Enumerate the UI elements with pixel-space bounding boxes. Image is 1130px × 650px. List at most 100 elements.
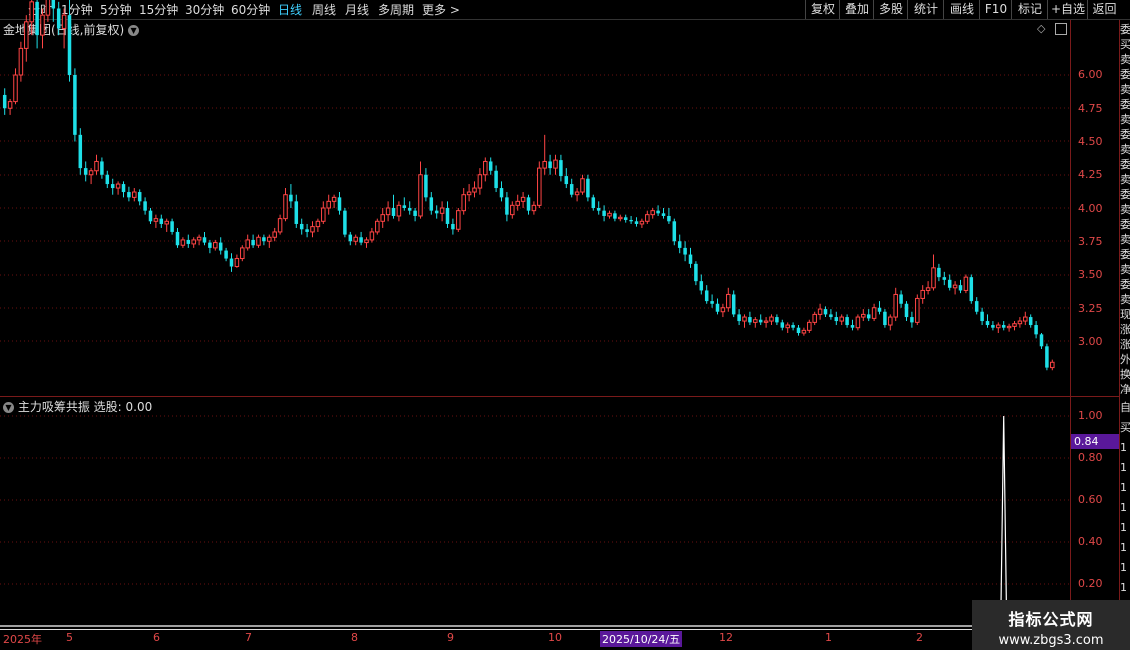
- candle-body: [321, 207, 326, 222]
- candle-body: [661, 213, 666, 216]
- candle-body: [191, 239, 196, 245]
- candle-body: [704, 290, 709, 302]
- candle-body: [694, 263, 698, 282]
- candle-body: [942, 277, 947, 280]
- candle-body: [283, 194, 288, 220]
- candle-body: [170, 221, 174, 232]
- candle-body: [67, 15, 72, 75]
- candle-body: [456, 210, 461, 230]
- candle-body: [277, 218, 283, 233]
- candle-body: [937, 267, 941, 278]
- candle-body: [18, 47, 24, 76]
- indicator-tick: 0.80: [1078, 451, 1103, 464]
- candle-body: [7, 101, 13, 109]
- time-label: 10: [548, 631, 562, 644]
- candle-body: [720, 307, 726, 313]
- candle-body: [78, 134, 83, 169]
- candle-body: [148, 210, 153, 222]
- candle-body: [251, 239, 255, 246]
- candle-body: [256, 236, 261, 246]
- candle-body: [893, 293, 898, 318]
- candle-body: [731, 294, 736, 315]
- candle-body: [850, 325, 855, 328]
- watermark-url: www.zbgs3.com: [998, 633, 1104, 648]
- candle-body: [845, 317, 849, 326]
- price-tick: 4.75: [1078, 102, 1103, 115]
- candle-body: [229, 258, 234, 267]
- candle-body: [796, 327, 801, 334]
- candle-body: [164, 220, 169, 225]
- time-label: 5: [66, 631, 73, 644]
- price-tick: 3.25: [1078, 302, 1103, 315]
- quote-panel-top: 委买卖委卖委卖委卖委卖委卖委卖委卖委卖现涨涨外换净收: [1120, 23, 1130, 394]
- candle-body: [580, 178, 585, 193]
- candle-body: [586, 178, 590, 198]
- candle-body: [510, 204, 515, 216]
- candle-body: [969, 277, 974, 302]
- candle-body: [677, 241, 682, 248]
- candle-body: [574, 191, 580, 196]
- candle-body: [602, 210, 606, 216]
- candle-body: [748, 317, 752, 323]
- candle-body: [947, 279, 952, 288]
- candle-body: [726, 293, 731, 309]
- candle-body: [791, 325, 795, 328]
- candle-body: [132, 191, 137, 198]
- candle-body: [505, 197, 509, 215]
- candle-body: [823, 309, 828, 315]
- candle-body: [596, 208, 601, 211]
- candle-body: [175, 231, 180, 246]
- candle-body: [121, 184, 126, 193]
- candle-body: [380, 214, 385, 222]
- time-label: 6: [153, 631, 160, 644]
- candle-body: [407, 208, 412, 211]
- candle-body: [1028, 317, 1033, 326]
- back-button[interactable]: 返回: [1087, 0, 1121, 19]
- indicator-tick: 0.40: [1078, 535, 1103, 548]
- candle-body: [883, 311, 887, 326]
- candle-body: [1017, 320, 1023, 325]
- candle-body: [1039, 334, 1044, 347]
- candle-body: [991, 325, 995, 328]
- candle-body: [385, 207, 391, 216]
- candle-body: [245, 239, 250, 249]
- watermark-title: 指标公式网: [1008, 610, 1094, 629]
- time-axis-line: [0, 629, 1070, 630]
- candle-body: [925, 287, 931, 291]
- candle-body: [272, 231, 277, 238]
- candle-body: [861, 313, 866, 318]
- candle-body: [904, 303, 909, 318]
- candle-body: [920, 289, 925, 299]
- candle-body: [634, 221, 639, 224]
- candle-body: [343, 210, 347, 235]
- candle-body: [143, 201, 147, 211]
- candle-body: [196, 236, 202, 241]
- candle-body: [683, 247, 687, 255]
- price-tick: 3.00: [1078, 335, 1103, 348]
- candle-body: [305, 229, 309, 232]
- candle-body: [315, 220, 321, 228]
- candle-body: [110, 184, 115, 189]
- candle-body: [13, 74, 18, 103]
- candle-body: [569, 184, 574, 195]
- candle-body: [429, 197, 434, 211]
- price-tick: 4.50: [1078, 135, 1103, 148]
- candle-body: [208, 242, 212, 248]
- time-label: 2025年: [3, 633, 42, 646]
- candle-body: [688, 254, 693, 264]
- price-tick: 4.00: [1078, 202, 1103, 215]
- candle-body: [353, 236, 358, 242]
- candle-body: [375, 220, 380, 233]
- candle-body: [807, 321, 812, 331]
- pane-divider: [0, 396, 1120, 397]
- candle-body: [159, 218, 164, 224]
- candle-body: [466, 191, 472, 196]
- candle-body: [963, 276, 969, 291]
- candle-body: [396, 204, 402, 217]
- candle-body: [910, 317, 914, 323]
- kline-chart[interactable]: [0, 0, 1070, 650]
- candle-body: [477, 174, 483, 189]
- site-watermark: 指标公式网 www.zbgs3.com: [972, 600, 1130, 650]
- candle-body: [445, 208, 450, 224]
- candle-body: [656, 210, 660, 214]
